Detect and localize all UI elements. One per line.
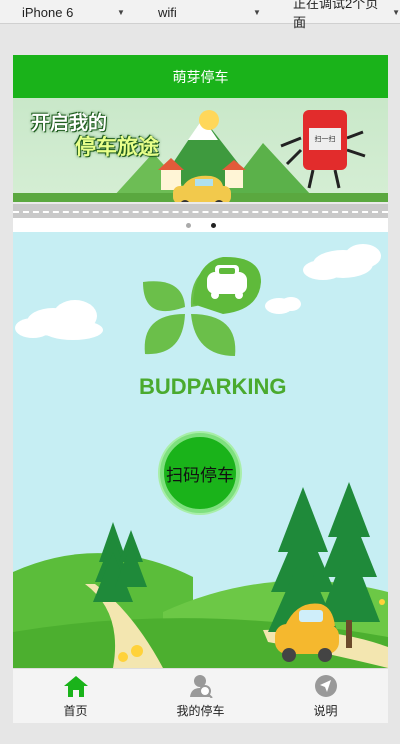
tab-my-parking-label: 我的停车	[176, 704, 225, 718]
banner-title-line1: 开启我的	[31, 113, 108, 134]
devtools-toolbar: iPhone 6 ▼ wifi ▼ 正在调试2个页面 ▼	[0, 0, 400, 30]
tab-instructions-label: 说明	[313, 704, 338, 718]
scan-parking-button-label: 扫码停车	[166, 465, 234, 485]
carousel-dot-active[interactable]	[210, 222, 216, 228]
tab-instructions[interactable]: 说明	[263, 669, 388, 723]
scan-sign-screen: 扫一扫	[309, 128, 341, 150]
tab-bar: 首页 我的停车 说明	[13, 668, 388, 723]
tab-my-parking[interactable]: 我的停车	[138, 669, 263, 723]
network-select[interactable]: wifi	[158, 0, 177, 24]
debug-status-label: 正在调试2个页面	[293, 0, 379, 30]
banner-title: 开启我的 停车旅途	[31, 112, 159, 160]
road	[13, 202, 388, 218]
device-select-label: iPhone 6	[22, 4, 74, 20]
tab-home[interactable]: 首页	[13, 669, 138, 723]
scan-sign-mascot: 扫一扫	[303, 110, 347, 170]
home-icon	[63, 676, 88, 697]
logo-text: BUDPARKING	[139, 374, 287, 399]
debug-dropdown-icon: ▼	[392, 7, 400, 17]
main-scene: BUDPARKING 扫码停车	[13, 232, 388, 668]
device-dropdown-icon[interactable]: ▼	[117, 0, 125, 24]
device-select[interactable]: iPhone 6	[22, 0, 73, 24]
network-select-label: wifi	[158, 4, 177, 20]
scan-parking-button[interactable]: 扫码停车	[160, 433, 240, 513]
my-parking-icon	[189, 675, 213, 698]
network-dropdown-icon[interactable]: ▼	[253, 0, 261, 24]
tab-home-label: 首页	[63, 704, 88, 718]
compass-icon	[314, 675, 337, 697]
page-title: 萌芽停车	[172, 68, 229, 85]
banner-carousel[interactable]: 开启我的 停车旅途 扫一扫	[13, 98, 388, 218]
debug-status[interactable]: 正在调试2个页面 ▼	[293, 0, 400, 30]
carousel-dot[interactable]	[185, 222, 191, 228]
navigation-bar: 萌芽停车	[13, 55, 388, 98]
banner-title-line2: 停车旅途	[75, 136, 159, 159]
phone-simulator: 萌芽停车 开启我的 停车旅途 扫一扫 BUDPARKING 扫码停车 首页 我的…	[13, 55, 388, 723]
carousel-indicators	[13, 218, 388, 232]
logo-mark	[143, 256, 261, 356]
